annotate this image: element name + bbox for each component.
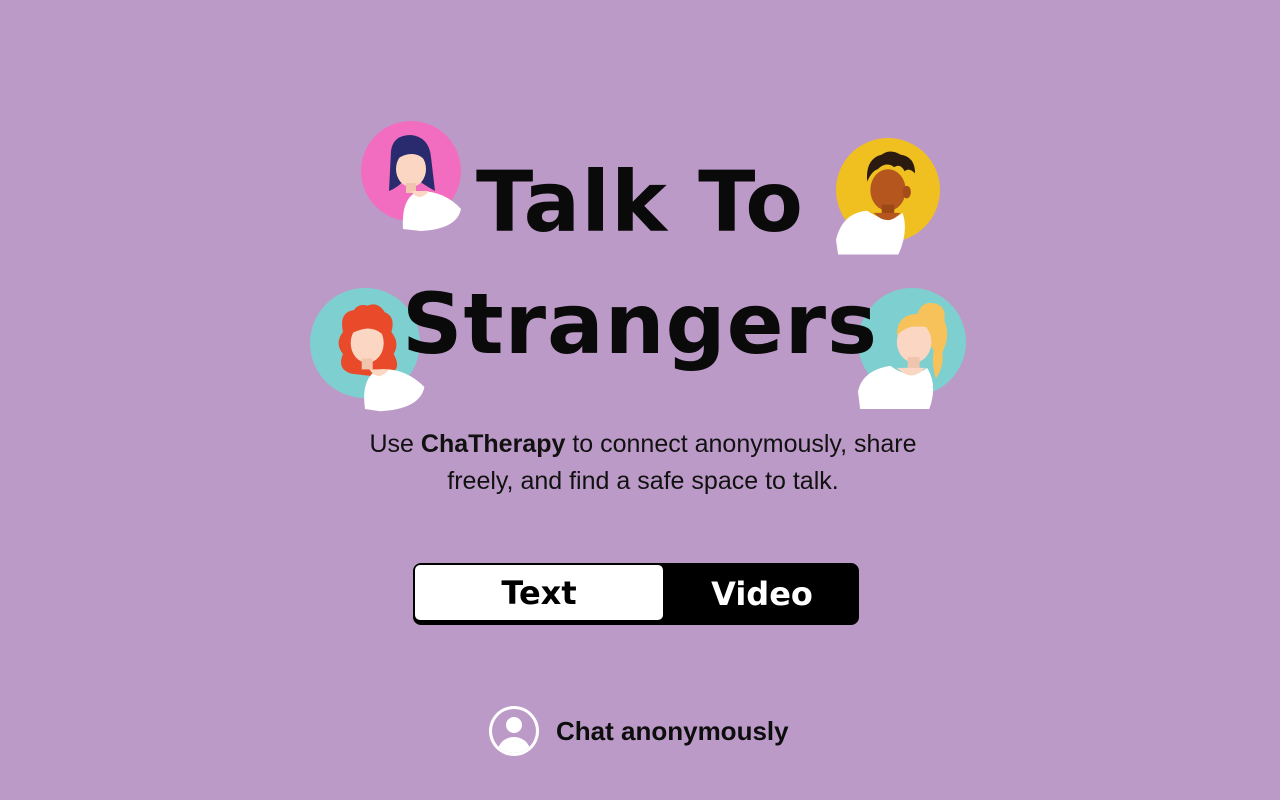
user-circle-icon (489, 706, 539, 756)
hero-subtitle: Use ChaTherapy to connect anonymously, s… (340, 426, 946, 500)
hero-title-line-1: Talk To (476, 153, 804, 251)
chat-anonymously-button[interactable]: Chat anonymously (488, 705, 789, 757)
chat-mode-toggle: Text Video (413, 563, 859, 625)
chat-anonymously-label: Chat anonymously (556, 715, 789, 746)
text-mode-button[interactable]: Text (414, 564, 664, 621)
brand-name: ChaTherapy (420, 430, 566, 458)
subtitle-prefix: Use (369, 430, 421, 458)
video-mode-button[interactable]: Video (665, 563, 859, 625)
hero-title-line-2: Strangers (401, 275, 879, 373)
landing-page: Talk To Strangers Use ChaTherapy to conn… (0, 0, 1280, 800)
